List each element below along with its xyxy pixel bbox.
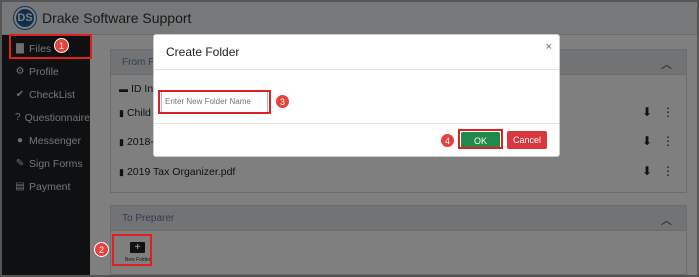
files-highlight [9,34,92,59]
cancel-button[interactable]: Cancel [507,131,547,149]
callout-badge: 3 [275,94,290,109]
callout-badge: 1 [54,38,69,53]
input-highlight [158,90,271,114]
screenshot-frame: DS Drake Software Support ▇ Files ⚙ Prof… [0,0,699,277]
callout-badge: 4 [440,133,455,148]
close-icon[interactable]: × [546,41,552,53]
callout-badge: 2 [94,242,109,257]
dialog-title: Create Folder [154,35,559,70]
ok-highlight [458,129,503,149]
new-folder-highlight [112,234,152,266]
